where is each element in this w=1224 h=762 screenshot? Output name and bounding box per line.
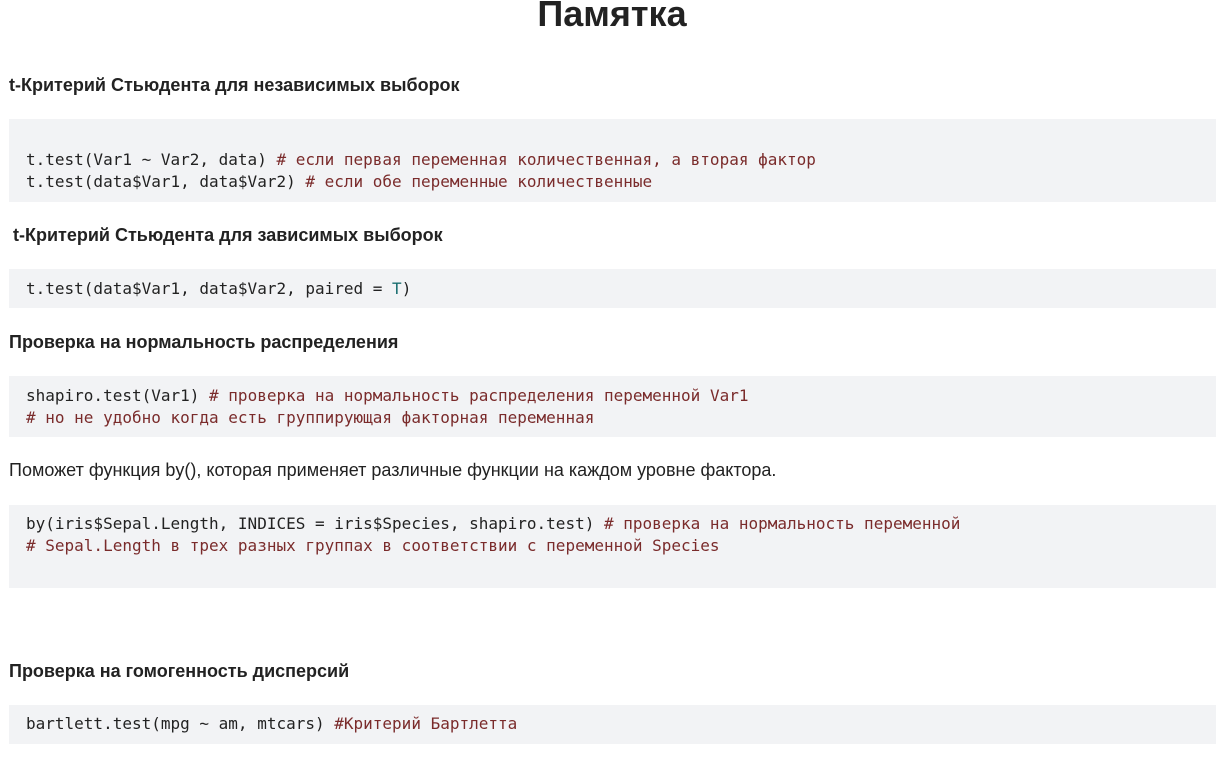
code-line: # Sepal.Length в трех разных группах в с…: [26, 535, 1216, 557]
code-line: t.test(data$Var1, data$Var2) # если обе …: [26, 171, 1216, 193]
code-block-bartlett: bartlett.test(mpg ~ am, mtcars) #Критери…: [9, 705, 1216, 744]
code-text: t.test(Var1 ~ Var2, data): [26, 150, 277, 169]
code-comment: #Критерий Бартлетта: [334, 714, 518, 733]
section-heading-normality: Проверка на нормальность распределения: [9, 332, 399, 352]
code-text: bartlett.test(mpg ~ am, mtcars): [26, 714, 335, 733]
page-title: Памятка: [537, 0, 687, 34]
code-text: ): [401, 279, 412, 298]
code-block-ttest-paired: t.test(data$Var1, data$Var2, paired = T): [9, 269, 1216, 308]
code-block-normality: shapiro.test(Var1) # проверка на нормаль…: [9, 376, 1216, 437]
code-line: shapiro.test(Var1) # проверка на нормаль…: [26, 385, 1216, 407]
code-text: t.test(data$Var1, data$Var2, paired =: [26, 279, 393, 298]
code-comment: # если первая переменная количественная,…: [276, 150, 816, 169]
section-heading-ttest-paired: t-Критерий Стьюдента для зависимых выбор…: [13, 225, 443, 245]
code-comment: # проверка на нормальность переменной: [603, 514, 961, 533]
code-block-by-shapiro: by(iris$Sepal.Length, INDICES = iris$Spe…: [9, 505, 1216, 588]
code-line: t.test(data$Var1, data$Var2, paired = T): [26, 278, 1216, 300]
code-text: shapiro.test(Var1): [26, 386, 210, 405]
code-text: t.test(data$Var1, data$Var2): [26, 172, 306, 191]
code-text: by(iris$Sepal.Length, INDICES = iris$Spe…: [26, 514, 604, 533]
section-heading-ttest-independent: t-Критерий Стьюдента для независимых выб…: [9, 75, 460, 95]
section-heading-homogeneity: Проверка на гомогенность дисперсий: [9, 661, 350, 681]
code-block-ttest-independent: t.test(Var1 ~ Var2, data) # если первая …: [9, 119, 1216, 202]
code-line: by(iris$Sepal.Length, INDICES = iris$Spe…: [26, 513, 1216, 535]
code-comment: # если обе переменные количественные: [305, 172, 653, 191]
code-keyword: T: [392, 279, 402, 298]
code-line: bartlett.test(mpg ~ am, mtcars) #Критери…: [26, 713, 1216, 735]
code-comment: # Sepal.Length в трех разных группах в с…: [26, 536, 720, 555]
code-comment: # но не удобно когда есть группирующая ф…: [26, 408, 595, 427]
code-comment: # проверка на нормальность распределения…: [209, 386, 749, 405]
code-line: t.test(Var1 ~ Var2, data) # если первая …: [26, 149, 1216, 171]
code-line: # но не удобно когда есть группирующая ф…: [26, 407, 1216, 429]
paragraph-by-function: Поможет функция by(), которая применяет …: [9, 460, 777, 480]
